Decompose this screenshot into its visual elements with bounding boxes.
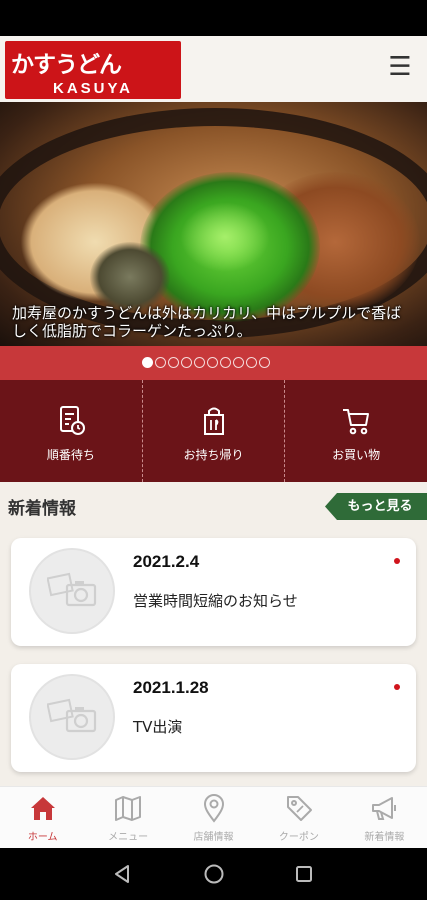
quick-nav-takeout[interactable]: お持ち帰り xyxy=(143,380,286,482)
system-nav-bar xyxy=(0,848,427,900)
tab-news[interactable]: 新着情報 xyxy=(342,787,427,848)
news-date: 2021.1.28 xyxy=(133,678,209,697)
news-card[interactable]: 2021.2.4 営業時間短縮のお知らせ xyxy=(11,538,416,646)
tab-label: クーポン xyxy=(278,832,319,843)
megaphone-icon xyxy=(372,797,397,820)
takeout-bag-icon xyxy=(203,407,224,435)
tab-store-info[interactable]: 店舗情報 xyxy=(171,787,256,848)
news-thumbnail xyxy=(29,548,115,634)
quick-nav: 順番待ち お持ち帰り お買い物 xyxy=(0,380,427,482)
quick-nav-label: お持ち帰り xyxy=(183,448,244,462)
hero-carousel[interactable]: 加寿屋のかすうどんは外はカリカリ、中はプルプルで香ばしく低脂肪でコラーゲンたっぷ… xyxy=(0,102,427,346)
news-date: 2021.2.4 xyxy=(133,552,200,571)
photo-placeholder-icon xyxy=(47,698,97,733)
logo-subtext: KASUYA xyxy=(53,80,133,97)
pager-dot[interactable] xyxy=(168,357,179,368)
quick-nav-label: 順番待ち xyxy=(46,448,95,462)
tab-menu[interactable]: メニュー xyxy=(85,787,170,848)
pager-dot[interactable] xyxy=(142,357,153,368)
unread-indicator xyxy=(394,558,400,564)
news-card[interactable]: 2021.1.28 TV出演 xyxy=(11,664,416,772)
quick-nav-queue[interactable]: 順番待ち xyxy=(0,380,143,482)
tab-label: メニュー xyxy=(108,832,149,843)
pager-dot[interactable] xyxy=(181,357,192,368)
photo-placeholder-icon xyxy=(47,572,97,607)
more-news-button[interactable]: もっと見る xyxy=(325,493,427,520)
tab-home[interactable]: ホーム xyxy=(0,787,85,848)
news-section-title: 新着情報 xyxy=(8,499,76,519)
hamburger-menu-icon[interactable]: ☰ xyxy=(387,54,413,80)
coupon-tag-icon xyxy=(286,796,312,821)
back-icon[interactable] xyxy=(110,862,134,886)
kasuya-logo[interactable]: かすうどん KASUYA xyxy=(5,41,181,99)
news-title: 営業時間短縮のお知らせ xyxy=(133,592,298,610)
tab-label: ホーム xyxy=(27,832,58,843)
pager-dot[interactable] xyxy=(259,357,270,368)
home-circle-icon[interactable] xyxy=(202,862,226,886)
home-icon xyxy=(30,797,55,820)
pager-dot[interactable] xyxy=(207,357,218,368)
pager-dots xyxy=(142,357,270,369)
pager-dot[interactable] xyxy=(155,357,166,368)
tab-label: 店舗情報 xyxy=(193,832,234,843)
news-title: TV出演 xyxy=(133,718,183,736)
quick-nav-shopping[interactable]: お買い物 xyxy=(285,380,427,482)
logo-text: かすうどん xyxy=(11,51,122,78)
pager-dot[interactable] xyxy=(220,357,231,368)
quick-nav-label: お買い物 xyxy=(332,448,381,462)
pager-dot[interactable] xyxy=(194,357,205,368)
unread-indicator xyxy=(394,684,400,690)
shopping-cart-icon xyxy=(343,409,370,435)
queue-ticket-icon xyxy=(59,406,85,435)
tab-label: 新着情報 xyxy=(364,832,405,843)
menu-map-icon xyxy=(115,796,142,821)
pager-dot[interactable] xyxy=(233,357,244,368)
carousel-pager xyxy=(0,346,427,380)
location-pin-icon xyxy=(203,794,224,823)
hero-caption: 加寿屋のかすうどんは外はカリカリ、中はプルプルで香ばしく低脂肪でコラーゲンたっぷ… xyxy=(12,304,402,340)
recent-apps-icon[interactable] xyxy=(292,862,316,886)
news-thumbnail xyxy=(29,674,115,760)
status-bar xyxy=(0,0,427,36)
pager-dot[interactable] xyxy=(246,357,257,368)
app-header: かすうどん KASUYA ☰ xyxy=(0,36,427,102)
tab-coupon[interactable]: クーポン xyxy=(256,787,341,848)
bottom-tab-bar: ホーム メニュー 店舗情報 クーポン 新着情報 xyxy=(0,786,427,848)
